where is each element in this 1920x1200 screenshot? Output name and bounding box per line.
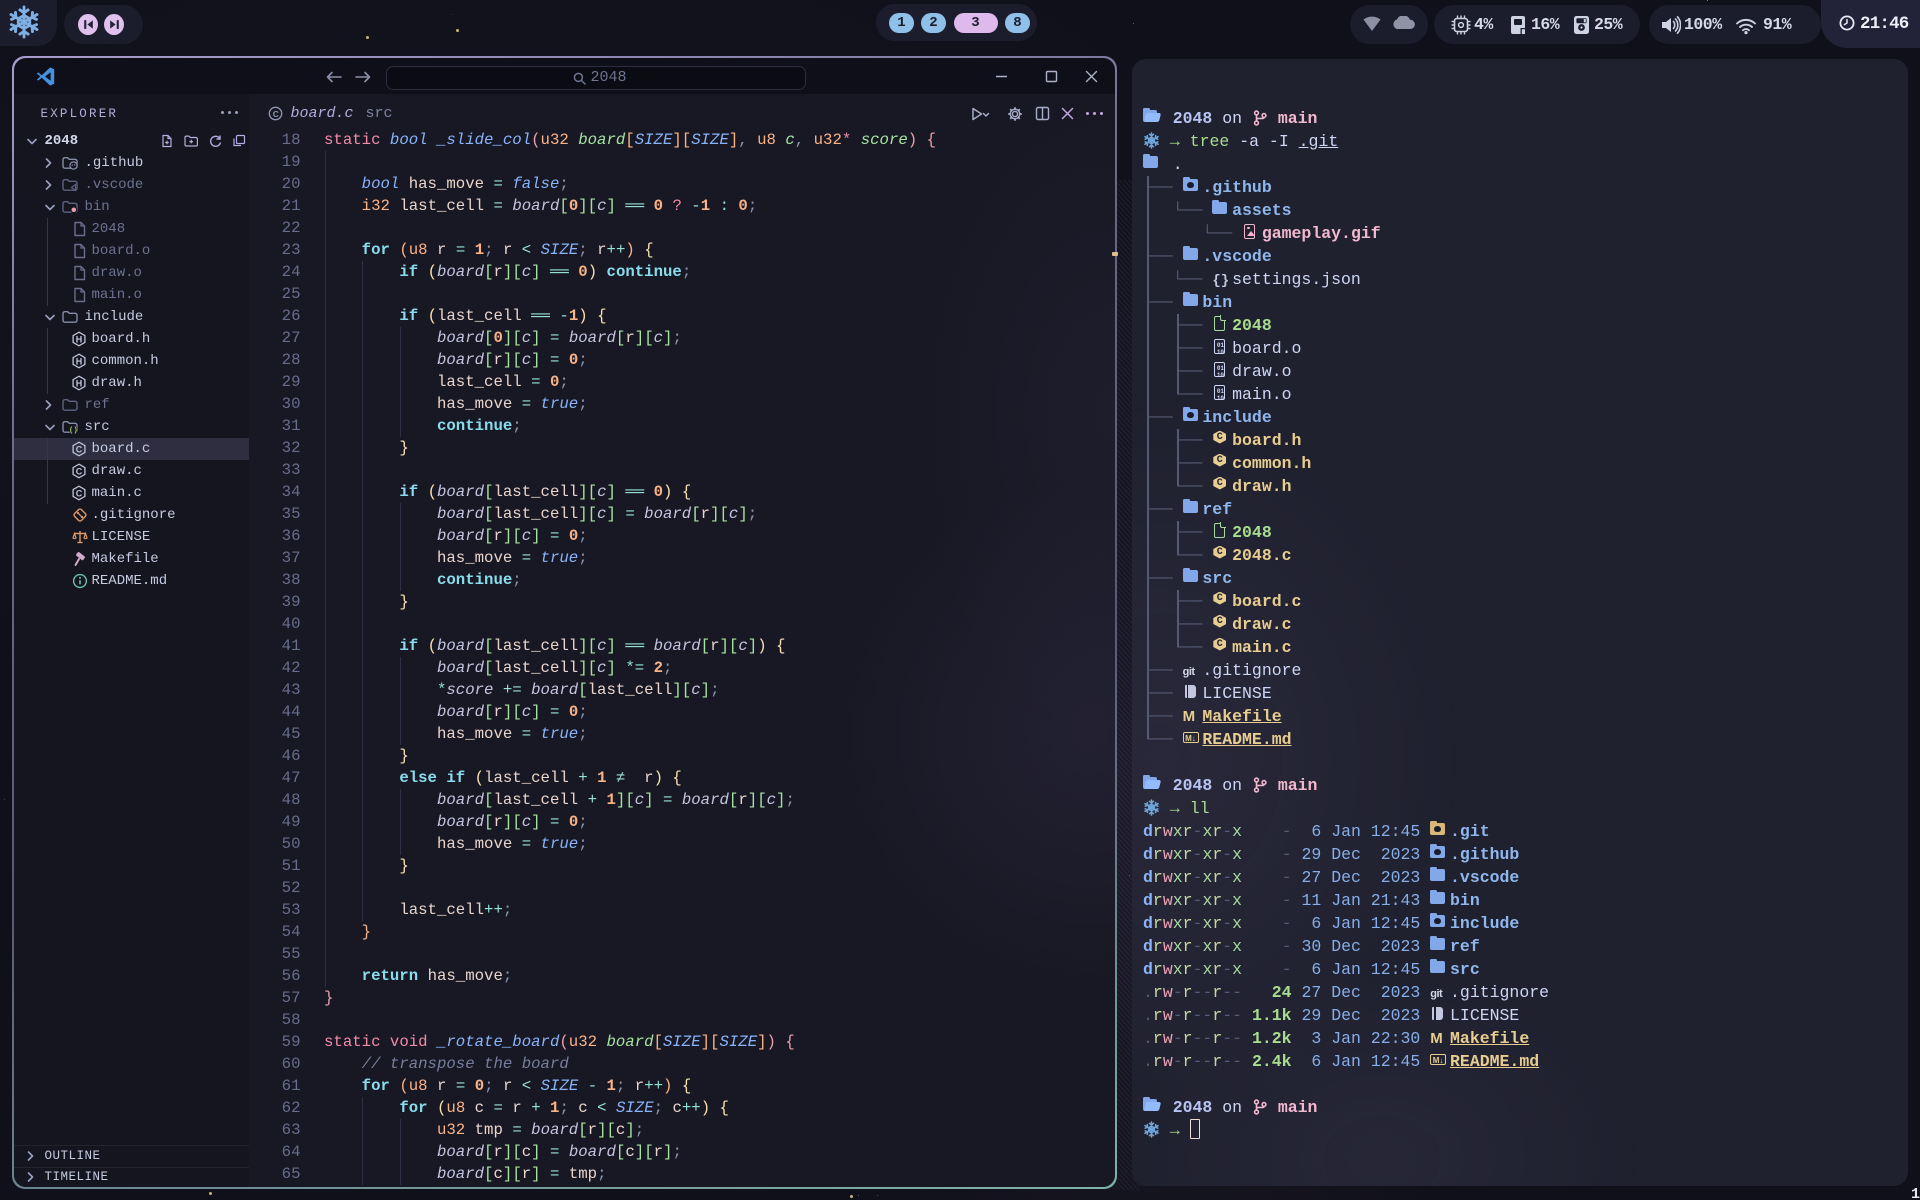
svg-text:C: C: [272, 109, 278, 119]
svg-text:(): (): [68, 427, 77, 435]
svg-text:C: C: [75, 466, 82, 476]
svg-text:H: H: [75, 334, 82, 344]
svg-text:H: H: [75, 356, 82, 366]
svg-text:C: C: [75, 488, 82, 498]
svg-text:C: C: [75, 444, 82, 454]
svg-text:H: H: [75, 378, 82, 388]
